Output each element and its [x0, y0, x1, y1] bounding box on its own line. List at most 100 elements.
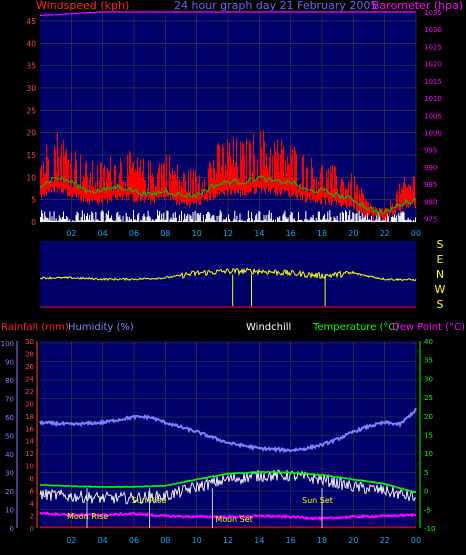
windspeed-bar [242, 142, 244, 196]
windspeed-bar [58, 157, 60, 189]
calm-bar [45, 216, 47, 222]
windspeed-bar [327, 178, 329, 199]
left-tick-label: 5 [31, 196, 36, 205]
windspeed-bar [276, 158, 278, 194]
windspeed-bar [86, 160, 88, 202]
windspeed-bar [341, 178, 343, 208]
calm-bar [326, 219, 328, 222]
weather-chart: 0510152025303540459759809859909951000100… [1, 0, 465, 545]
calm-bar [309, 219, 311, 222]
calm-bar [136, 220, 138, 222]
humidity-tick-label: 40 [5, 451, 14, 459]
calm-bar [377, 220, 379, 222]
windspeed-bar [373, 206, 375, 221]
calm-bar [155, 219, 157, 222]
x-tick-label: 08 [160, 536, 170, 545]
windspeed-bar [259, 180, 261, 188]
calm-bar [218, 215, 220, 222]
windspeed-bar [181, 181, 183, 203]
windspeed-bar [74, 169, 76, 193]
calm-bar [374, 220, 376, 222]
windspeed-bar [255, 180, 257, 194]
windspeed-bar [89, 179, 91, 205]
windspeed-bar [271, 176, 273, 190]
right-tick-label: 1030 [424, 26, 442, 34]
calm-bar [335, 220, 337, 222]
annotation-label: Sun Rise [132, 496, 167, 505]
windspeed-bar [41, 165, 43, 199]
calm-bar [313, 219, 315, 222]
temp-tick-label: 40 [424, 338, 433, 346]
calm-bar [78, 220, 80, 222]
calm-bar [111, 215, 113, 222]
calm-bar [300, 219, 302, 222]
calm-bar [189, 214, 191, 222]
temp-tick-label: 25 [424, 394, 433, 402]
windspeed-bar [55, 149, 57, 187]
right-tick-label: 990 [424, 164, 437, 172]
windchill-label: Windchill [246, 322, 291, 333]
windspeed-bar [153, 177, 155, 200]
calm-bar [54, 220, 56, 222]
x-tick-label: 02 [66, 229, 76, 238]
right-tick-label: 1005 [424, 112, 442, 120]
windspeed-bar [362, 192, 364, 210]
calm-bar [352, 212, 354, 222]
calm-bar [160, 219, 162, 222]
calm-bar [122, 216, 124, 222]
calm-bar [173, 218, 175, 222]
calm-bar [341, 211, 343, 222]
calm-bar [405, 220, 407, 222]
windspeed-bar [228, 153, 230, 192]
calm-bar [350, 219, 352, 222]
left-tick-label: 30 [26, 84, 36, 93]
windspeed-bar [118, 185, 120, 196]
windspeed-bar [104, 164, 106, 200]
windspeed-bar [326, 170, 328, 198]
calm-bar [135, 219, 137, 222]
calm-bar [306, 219, 308, 222]
windspeed-bar [111, 181, 113, 202]
calm-bar [229, 219, 231, 222]
windspeed-bar [328, 168, 330, 203]
calm-bar [212, 215, 214, 222]
windspeed-bar [304, 190, 306, 196]
windspeed-bar [262, 168, 264, 190]
calm-bar [337, 220, 339, 222]
calm-bar [278, 217, 280, 222]
right-tick-label: 1025 [424, 43, 442, 51]
calm-bar [308, 220, 310, 222]
calm-bar [112, 219, 114, 222]
humidity-tick-label: 50 [5, 433, 14, 441]
calm-bar [248, 218, 250, 222]
windspeed-bar [231, 164, 233, 195]
calm-bar [67, 217, 69, 222]
x-tick-label: 18 [317, 536, 327, 545]
windspeed-bar [385, 207, 387, 218]
calm-bar [287, 217, 289, 222]
calm-bar [372, 220, 374, 222]
calm-bar [137, 214, 139, 222]
windspeed-bar [413, 175, 415, 202]
calm-bar [243, 220, 245, 222]
calm-bar [375, 219, 377, 222]
windspeed-bar [349, 195, 351, 209]
calm-bar [242, 221, 244, 222]
calm-bar [255, 215, 257, 222]
calm-bar [325, 219, 327, 222]
rain-tick-label: 22 [25, 388, 34, 396]
calm-bar [224, 219, 226, 222]
windspeed-bar [121, 162, 123, 196]
windspeed-bar [65, 150, 67, 191]
windspeed-bar [177, 164, 179, 203]
calm-bar [258, 211, 260, 222]
temperature-axis-label: Temperature (°C) [312, 322, 399, 333]
windspeed-bar [68, 159, 70, 196]
windspeed-bar [94, 188, 96, 201]
windspeed-bar [53, 182, 55, 192]
windspeed-bar [403, 182, 405, 204]
rain-tick-label: 4 [30, 500, 35, 508]
windspeed-bar [354, 176, 356, 210]
windspeed-bar [202, 182, 204, 198]
calm-bar [166, 210, 168, 222]
